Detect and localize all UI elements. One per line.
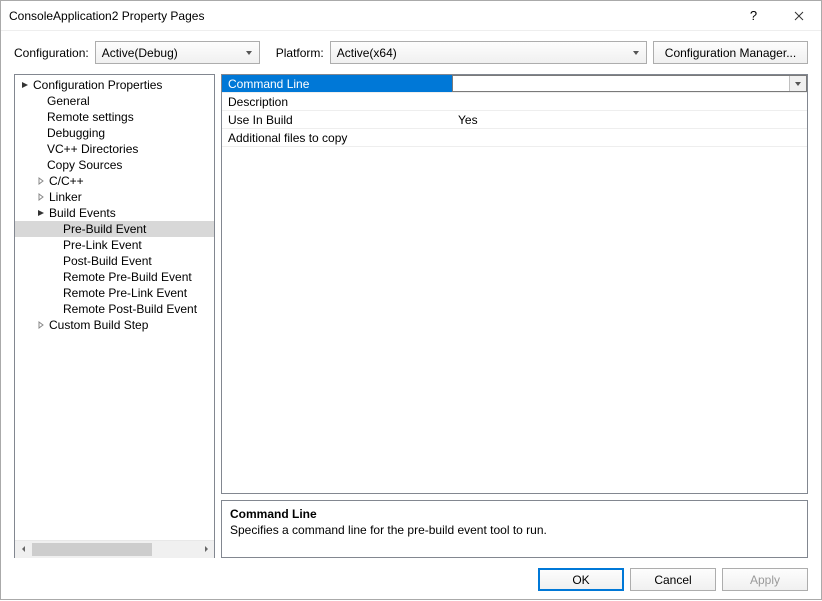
collapse-icon[interactable]	[19, 81, 31, 89]
config-toolbar: Configuration: Active(Debug) Platform: A…	[1, 31, 821, 74]
tree-item-c-cpp[interactable]: C/C++	[15, 173, 214, 189]
tree-pane: Configuration Properties General Remote …	[14, 74, 215, 558]
chevron-down-icon	[632, 46, 640, 60]
tree-item-pre-build-event[interactable]: Pre-Build Event	[15, 221, 214, 237]
grid-row-additional-files[interactable]: Additional files to copy	[222, 129, 807, 147]
description-pane: Command Line Specifies a command line fo…	[221, 500, 808, 558]
dropdown-button[interactable]	[789, 76, 806, 91]
tree-item-post-build-event[interactable]: Post-Build Event	[15, 253, 214, 269]
scroll-right-button[interactable]	[197, 541, 214, 558]
platform-label: Platform:	[276, 46, 324, 60]
tree-item-custom-build-step[interactable]: Custom Build Step	[15, 317, 214, 333]
tree-item-copy-sources[interactable]: Copy Sources	[15, 157, 214, 173]
tree-item-pre-link-event[interactable]: Pre-Link Event	[15, 237, 214, 253]
cancel-button[interactable]: Cancel	[630, 568, 716, 591]
tree-item-vc-directories[interactable]: VC++ Directories	[15, 141, 214, 157]
grid-value[interactable]: Yes	[452, 111, 807, 128]
close-button[interactable]	[776, 1, 821, 31]
tree-item-remote-settings[interactable]: Remote settings	[15, 109, 214, 125]
chevron-down-icon	[245, 46, 253, 60]
expand-icon[interactable]	[35, 321, 47, 329]
titlebar: ConsoleApplication2 Property Pages ?	[1, 1, 821, 31]
description-text: Specifies a command line for the pre-bui…	[230, 523, 799, 537]
configuration-combo[interactable]: Active(Debug)	[95, 41, 260, 64]
platform-combo[interactable]: Active(x64)	[330, 41, 647, 64]
close-icon	[794, 11, 804, 21]
window-title: ConsoleApplication2 Property Pages	[9, 9, 731, 23]
platform-value: Active(x64)	[337, 46, 397, 60]
apply-button: Apply	[722, 568, 808, 591]
description-title: Command Line	[230, 507, 799, 521]
grid-name: Additional files to copy	[222, 129, 452, 146]
configuration-label: Configuration:	[14, 46, 89, 60]
scroll-thumb[interactable]	[32, 543, 152, 556]
footer: OK Cancel Apply	[1, 564, 821, 601]
configuration-manager-button[interactable]: Configuration Manager...	[653, 41, 808, 64]
tree-item-debugging[interactable]: Debugging	[15, 125, 214, 141]
property-grid: Command Line Description Use In Build Ye…	[221, 74, 808, 494]
tree-item-remote-pre-build-event[interactable]: Remote Pre-Build Event	[15, 269, 214, 285]
grid-row-command-line[interactable]: Command Line	[222, 75, 807, 93]
grid-name: Use In Build	[222, 111, 452, 128]
collapse-icon[interactable]	[35, 209, 47, 217]
tree-item-remote-post-build-event[interactable]: Remote Post-Build Event	[15, 301, 214, 317]
scroll-left-button[interactable]	[15, 541, 32, 558]
grid-name: Description	[222, 93, 452, 110]
scroll-track[interactable]	[32, 541, 197, 558]
grid-value[interactable]	[452, 93, 807, 110]
help-button[interactable]: ?	[731, 1, 776, 31]
ok-button[interactable]: OK	[538, 568, 624, 591]
grid-value[interactable]	[452, 129, 807, 146]
tree-root[interactable]: Configuration Properties	[15, 77, 214, 93]
expand-icon[interactable]	[35, 177, 47, 185]
tree-item-build-events[interactable]: Build Events	[15, 205, 214, 221]
horizontal-scrollbar[interactable]	[15, 540, 214, 557]
grid-row-use-in-build[interactable]: Use In Build Yes	[222, 111, 807, 129]
grid-value[interactable]	[452, 75, 807, 92]
grid-row-description[interactable]: Description	[222, 93, 807, 111]
tree-item-general[interactable]: General	[15, 93, 214, 109]
tree-item-remote-pre-link-event[interactable]: Remote Pre-Link Event	[15, 285, 214, 301]
tree-item-linker[interactable]: Linker	[15, 189, 214, 205]
configuration-value: Active(Debug)	[102, 46, 178, 60]
expand-icon[interactable]	[35, 193, 47, 201]
grid-name: Command Line	[222, 75, 452, 92]
tree[interactable]: Configuration Properties General Remote …	[15, 75, 214, 540]
